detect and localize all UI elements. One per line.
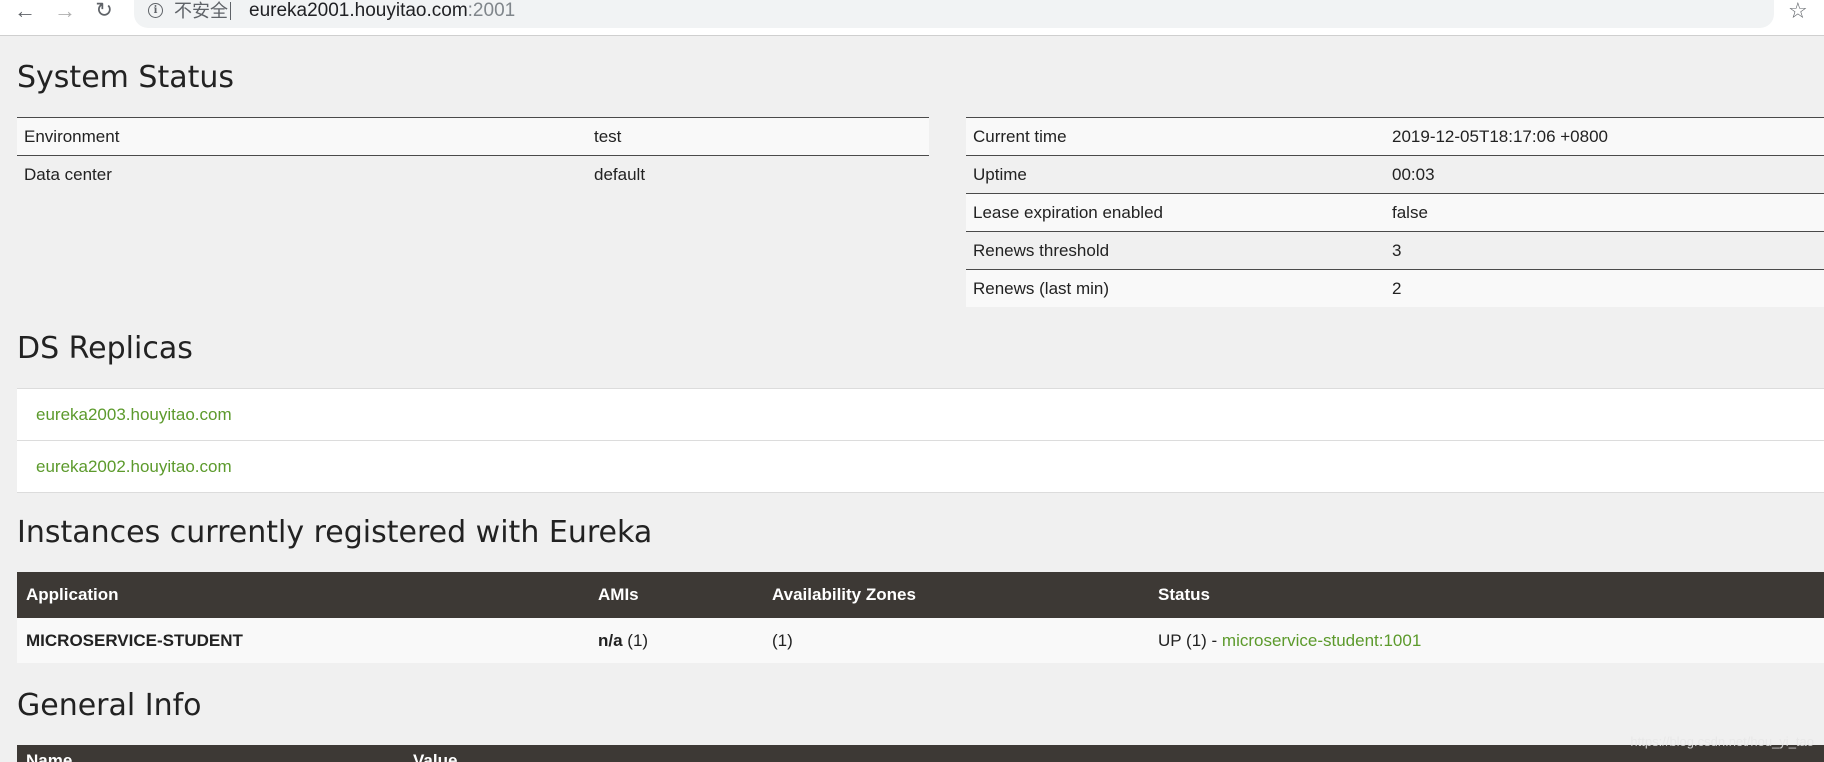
url-port: :2001: [467, 0, 516, 21]
table-row: Renews threshold 3: [966, 231, 1824, 270]
table-row: MICROSERVICE-STUDENT n/a (1) (1) UP (1) …: [17, 618, 1824, 663]
value-cell: 3: [1385, 231, 1824, 270]
general-info-table-header: Name Value: [17, 745, 1824, 762]
table-row: Environment test: [17, 117, 929, 156]
url-host: eureka2001.houyitao.com: [249, 0, 468, 21]
status-text: UP (1) -: [1158, 630, 1222, 650]
application-cell: MICROSERVICE-STUDENT: [17, 618, 589, 663]
system-status-title: System Status: [17, 60, 235, 95]
label-cell: Data center: [17, 155, 587, 193]
label-cell: Lease expiration enabled: [966, 193, 1385, 232]
browser-toolbar: ← → ↻ i 不安全 eureka2001.houyitao.com:2001…: [0, 0, 1824, 36]
label-cell: Current time: [966, 117, 1385, 156]
value-cell: test: [587, 117, 929, 156]
ds-replicas-title: DS Replicas: [17, 331, 193, 366]
value-cell: 2: [1385, 269, 1824, 307]
column-header: Status: [1149, 572, 1824, 618]
ds-replicas-list: eureka2003.houyitao.com eureka2002.houyi…: [17, 388, 1824, 493]
table-row: Data center default: [17, 155, 929, 193]
value-cell: default: [587, 155, 929, 193]
label-cell: Environment: [17, 117, 587, 156]
label-cell: Renews threshold: [966, 231, 1385, 270]
amis-count: (1): [622, 630, 649, 650]
column-header: Value: [413, 751, 458, 762]
address-separator: [230, 2, 231, 20]
label-cell: Uptime: [966, 155, 1385, 194]
value-cell: false: [1385, 193, 1824, 232]
label-cell: Renews (last min): [966, 269, 1385, 307]
address-bar[interactable]: i 不安全 eureka2001.houyitao.com:2001: [134, 0, 1774, 28]
table-row: Renews (last min) 2: [966, 269, 1824, 307]
column-header: Availability Zones: [763, 572, 1149, 618]
back-arrow-icon[interactable]: ←: [11, 0, 39, 24]
table-row: Current time 2019-12-05T18:17:06 +0800: [966, 117, 1824, 156]
table-header-row: Application AMIs Availability Zones Stat…: [17, 572, 1824, 618]
system-status-right-table: Current time 2019-12-05T18:17:06 +0800 U…: [966, 117, 1824, 307]
watermark: https://blog.csdn.net/hou_yi_tao: [1630, 734, 1814, 749]
reload-icon[interactable]: ↻: [90, 0, 118, 24]
value-cell: 2019-12-05T18:17:06 +0800: [1385, 117, 1824, 156]
amis-cell: n/a (1): [589, 618, 763, 663]
column-header: AMIs: [589, 572, 763, 618]
forward-arrow-icon[interactable]: →: [51, 0, 79, 24]
value-cell: 00:03: [1385, 155, 1824, 194]
replica-link[interactable]: eureka2003.houyitao.com: [17, 389, 1824, 441]
column-header: Name: [26, 751, 73, 762]
instances-table: Application AMIs Availability Zones Stat…: [17, 572, 1824, 663]
general-info-title: General Info: [17, 688, 202, 723]
security-label[interactable]: 不安全: [174, 0, 228, 22]
table-row: Uptime 00:03: [966, 155, 1824, 194]
zones-cell: (1): [763, 618, 1149, 663]
column-header: Application: [17, 572, 589, 618]
system-status-left-table: Environment test Data center default: [17, 117, 929, 193]
bookmark-star-icon[interactable]: ☆: [1788, 0, 1808, 23]
url-text[interactable]: eureka2001.houyitao.com:2001: [249, 0, 515, 22]
status-cell: UP (1) - microservice-student:1001: [1149, 618, 1824, 663]
replica-link[interactable]: eureka2002.houyitao.com: [17, 441, 1824, 493]
table-row: Lease expiration enabled false: [966, 193, 1824, 232]
instances-title: Instances currently registered with Eure…: [17, 515, 653, 550]
instance-link[interactable]: microservice-student:1001: [1222, 631, 1421, 650]
info-icon[interactable]: i: [148, 3, 163, 18]
amis-value: n/a: [598, 630, 623, 650]
